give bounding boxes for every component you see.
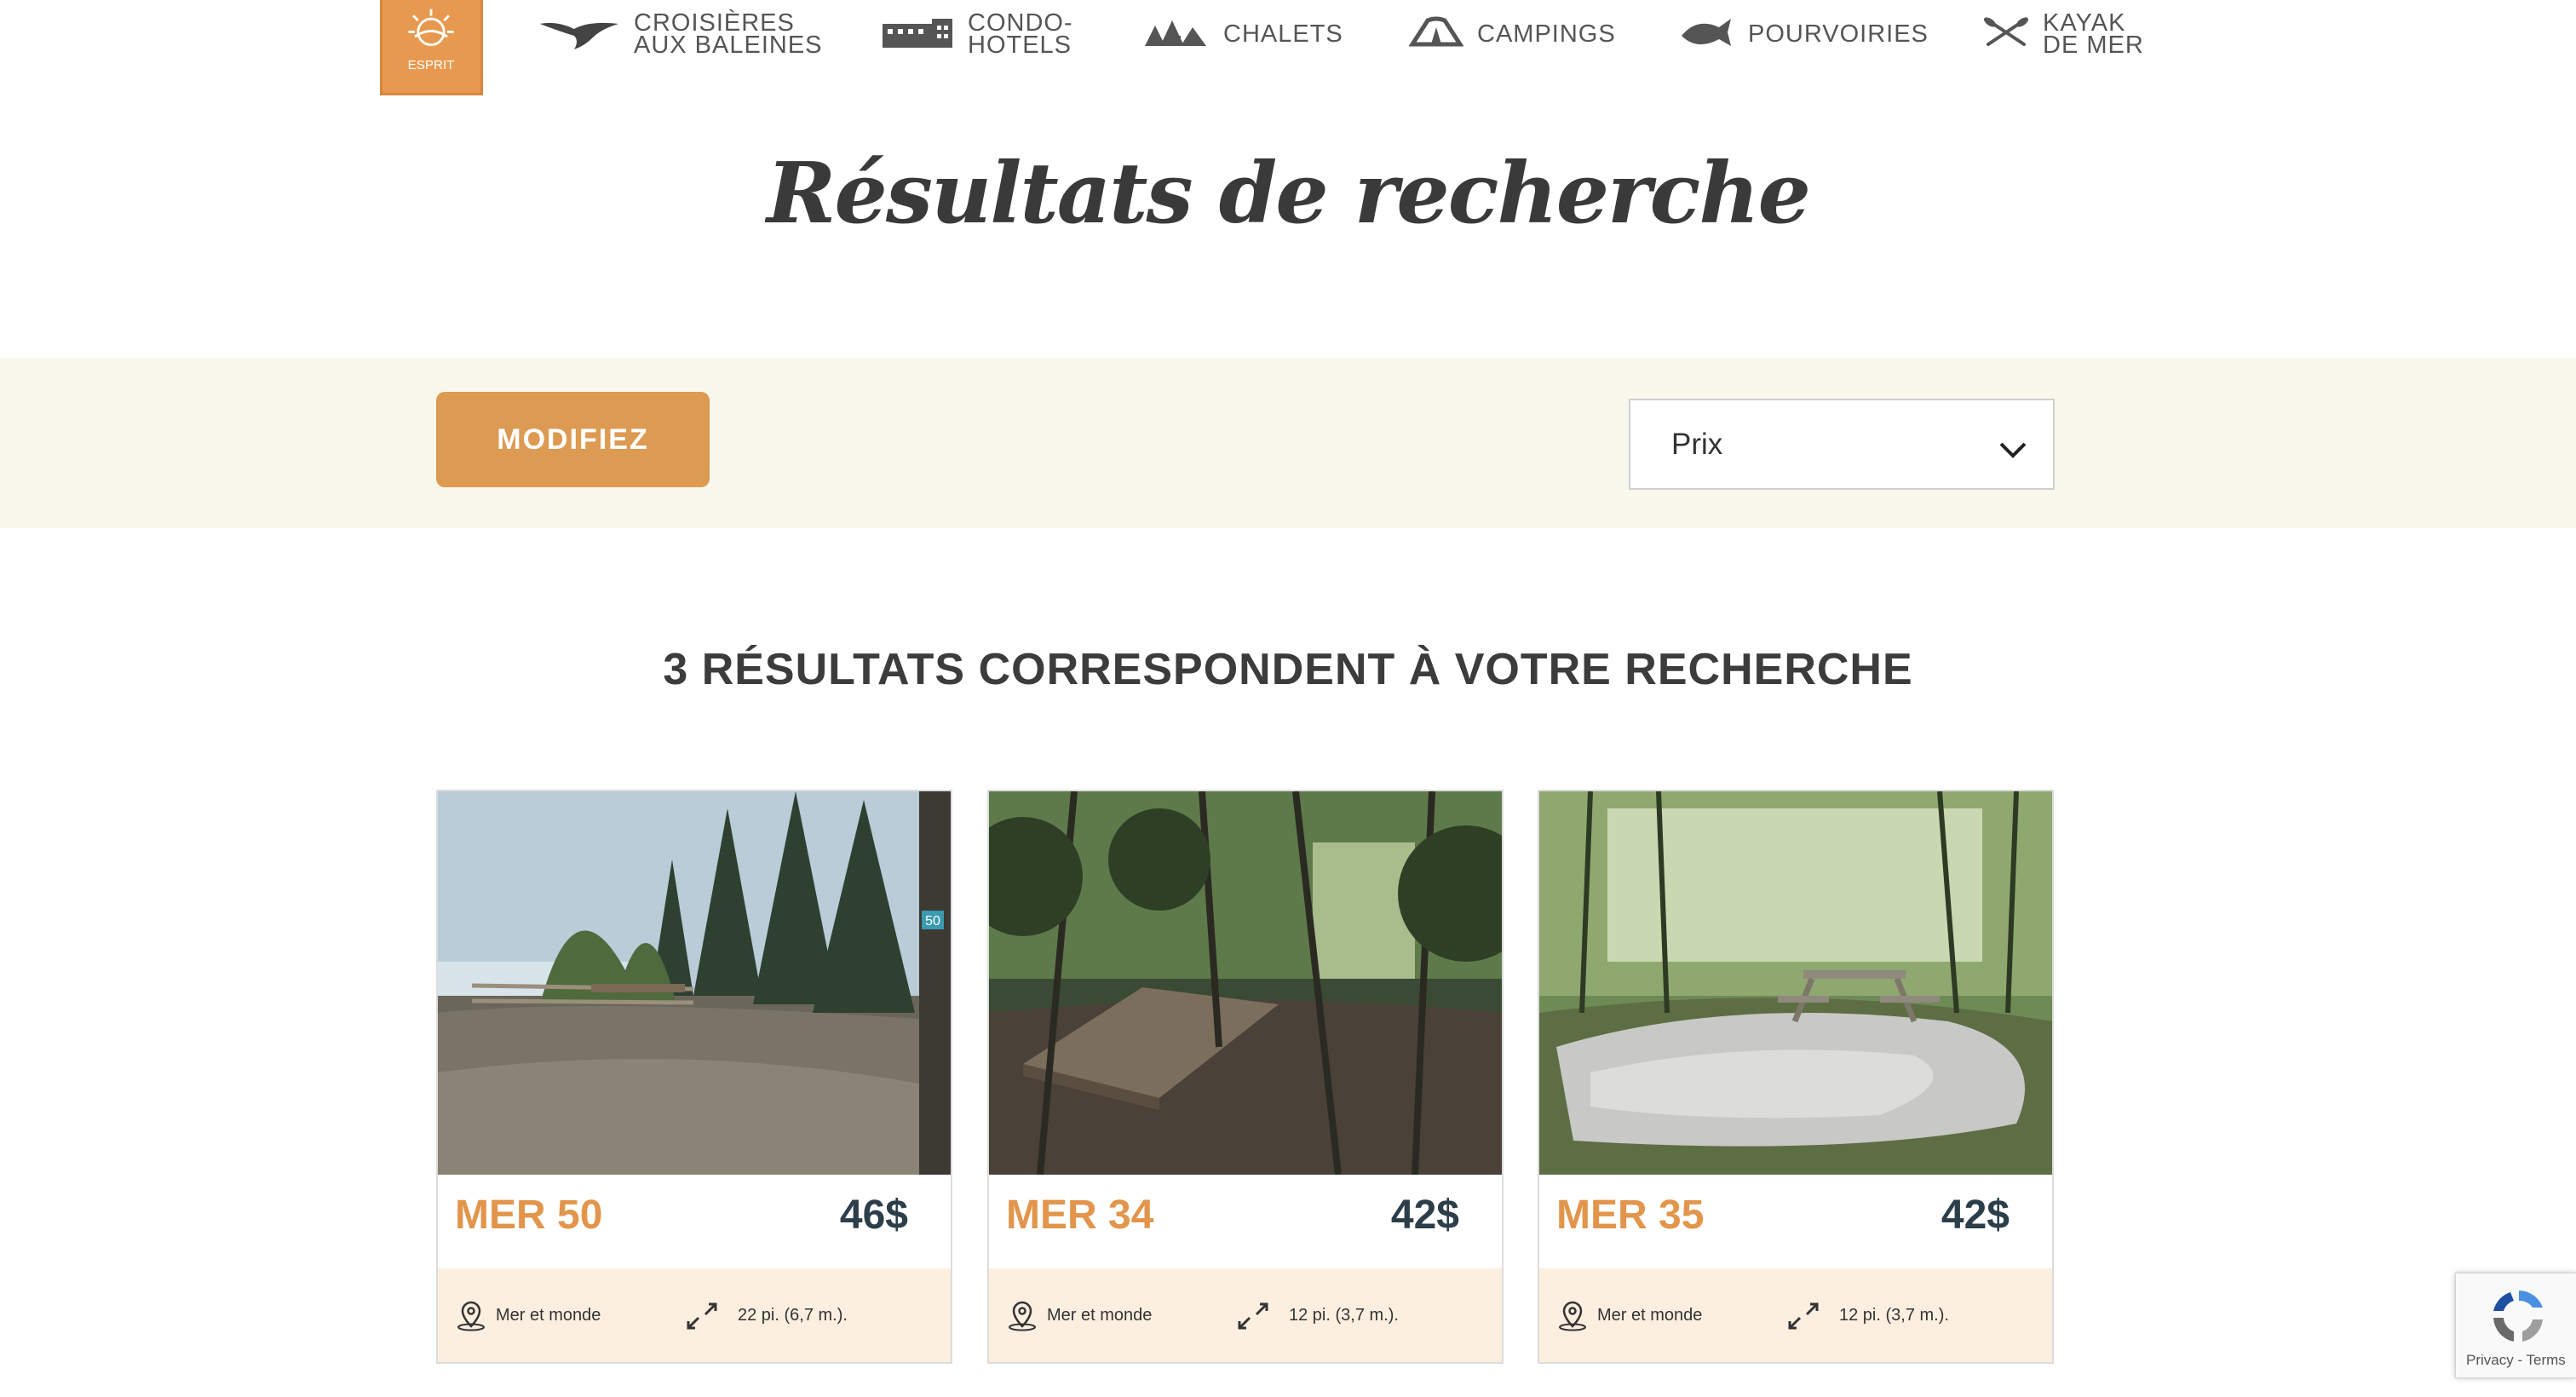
fish-icon xyxy=(1680,15,1734,54)
sort-select-value: Prix xyxy=(1671,427,1723,461)
expand-icon xyxy=(685,1301,719,1336)
location-pin-icon xyxy=(455,1299,487,1336)
location-pin-icon xyxy=(1556,1299,1589,1336)
paddles-icon xyxy=(1983,15,2029,54)
recaptcha-badge[interactable]: Privacy - Terms xyxy=(2455,1273,2576,1378)
modify-button[interactable]: MODIFIEZ xyxy=(436,392,710,487)
nav-item-condo-hotels[interactable]: CONDO- HOTELS xyxy=(881,7,1073,61)
site-price: 42$ xyxy=(1390,1193,1459,1238)
site-name[interactable]: MER 35 xyxy=(1556,1192,1704,1239)
tent-icon xyxy=(1408,15,1464,54)
page-title: Résultats de recherche xyxy=(767,145,1811,243)
expand-icon xyxy=(1236,1301,1270,1336)
nav-label: CHALETS xyxy=(1223,20,1343,48)
chalet-icon xyxy=(1143,15,1210,54)
site-location: Mer et monde xyxy=(1597,1306,1703,1325)
site-name[interactable]: MER 34 xyxy=(1006,1192,1153,1239)
result-card[interactable]: MER 35 42$ Mer et monde 12 pi. (3,7 m.). xyxy=(1538,790,2054,1364)
building-icon xyxy=(881,15,954,54)
nav-label: POURVOIRIES xyxy=(1748,20,1929,48)
site-size: 12 pi. (3,7 m.). xyxy=(1289,1306,1399,1325)
site-size: 22 pi. (6,7 m.). xyxy=(738,1306,848,1325)
nav-item-campings[interactable]: CAMPINGS xyxy=(1408,7,1616,61)
sort-select[interactable]: Prix xyxy=(1629,399,2055,490)
expand-icon xyxy=(1786,1301,1820,1336)
campsite-photo[interactable] xyxy=(1539,791,2052,1175)
nav-label: CONDO- HOTELS xyxy=(968,9,1073,59)
result-card[interactable]: MER 34 42$ Mer et monde 12 pi. (3,7 m.). xyxy=(987,790,1504,1364)
site-price: 46$ xyxy=(839,1193,908,1238)
site-location: Mer et monde xyxy=(1047,1306,1153,1325)
site-name[interactable]: MER 50 xyxy=(455,1192,602,1239)
nav-item-chalets[interactable]: CHALETS xyxy=(1143,7,1343,61)
site-meta: Mer et monde 12 pi. (3,7 m.). xyxy=(989,1268,1502,1362)
site-meta: Mer et monde 12 pi. (3,7 m.). xyxy=(1539,1268,2052,1362)
site-size: 12 pi. (3,7 m.). xyxy=(1839,1306,1949,1325)
campsite-photo[interactable]: 50 xyxy=(438,791,951,1175)
post-number: 50 xyxy=(925,914,940,928)
recaptcha-links[interactable]: Privacy - Terms xyxy=(2466,1352,2566,1369)
main-nav: CROISIÈRES AUX BALEINES CONDO- HOTELS CH… xyxy=(0,0,2576,68)
site-meta: Mer et monde 22 pi. (6,7 m.). xyxy=(438,1268,951,1362)
results-heading: 3 RÉSULTATS CORRESPONDENT À VOTRE RECHER… xyxy=(663,645,1913,694)
nav-label: CROISIÈRES AUX BALEINES xyxy=(634,9,823,59)
nav-label: CAMPINGS xyxy=(1477,20,1616,48)
recaptcha-icon xyxy=(2488,1285,2550,1351)
nav-item-kayak[interactable]: KAYAK DE MER xyxy=(1983,7,2144,61)
location-pin-icon xyxy=(1006,1299,1038,1336)
nav-item-croisieres[interactable]: CROISIÈRES AUX BALEINES xyxy=(538,7,823,61)
filter-bar: MODIFIEZ Prix xyxy=(0,358,2576,528)
site-price: 42$ xyxy=(1941,1193,2010,1238)
site-location: Mer et monde xyxy=(496,1306,601,1325)
whale-icon xyxy=(538,15,620,54)
campsite-photo[interactable] xyxy=(989,791,1502,1175)
nav-label: KAYAK DE MER xyxy=(2043,9,2144,59)
result-card[interactable]: 50 MER 50 46$ Mer et monde 22 pi. (6,7 m… xyxy=(436,790,952,1364)
chevron-down-icon xyxy=(1998,433,2027,467)
nav-item-pourvoiries[interactable]: POURVOIRIES xyxy=(1680,7,1929,61)
